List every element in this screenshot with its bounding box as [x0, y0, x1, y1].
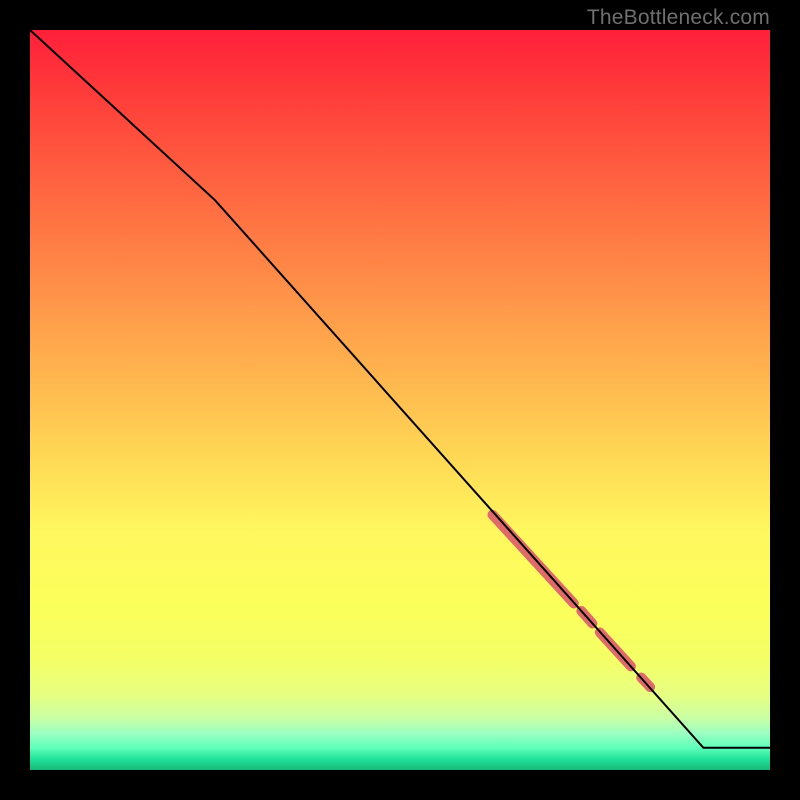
attribution-text: TheBottleneck.com [587, 6, 770, 30]
chart-svg [30, 30, 770, 770]
chart-frame: TheBottleneck.com [0, 0, 800, 800]
main-curve [30, 30, 770, 748]
